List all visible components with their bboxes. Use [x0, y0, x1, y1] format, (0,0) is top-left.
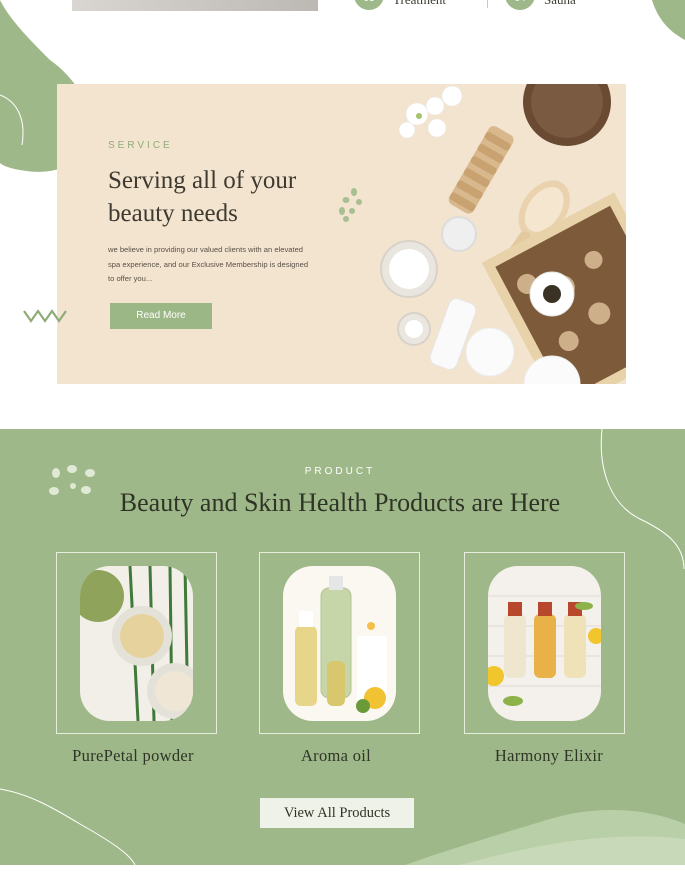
service-kicker: SERVICE — [108, 140, 173, 151]
product-title: Beauty and Skin Health Products are Here — [119, 488, 561, 517]
service-description-line3: to offer you... — [108, 274, 153, 283]
decor-dots-banner — [339, 188, 362, 222]
treatment-number-badge: 03 — [354, 0, 384, 10]
top-divider — [487, 0, 488, 8]
treatment-number: 03 — [363, 0, 374, 4]
aroma-oil-image — [283, 566, 396, 721]
previous-section-image — [72, 0, 318, 11]
product-card-purepetal[interactable] — [56, 552, 217, 734]
product-name-purepetal[interactable]: PurePetal powder — [33, 746, 233, 766]
oil-bottles-illustration — [295, 576, 387, 713]
product-card-harmony[interactable] — [464, 552, 625, 734]
service-banner — [57, 84, 626, 384]
treatment-label: Treatment — [393, 0, 446, 8]
service-description: we believe in providing our valued clien… — [108, 243, 328, 287]
sauna-label: Sauna — [544, 0, 576, 8]
purepetal-powder-image — [80, 566, 193, 721]
service-description-line2: spa experience, and our Exclusive Member… — [108, 259, 309, 269]
product-name-aroma[interactable]: Aroma oil — [236, 746, 436, 766]
product-card-aroma[interactable] — [259, 552, 420, 734]
harmony-elixir-image — [488, 566, 601, 721]
sauna-number-badge: 04 — [505, 0, 535, 10]
product-name-harmony[interactable]: Harmony Elixir — [449, 746, 649, 766]
decor-zigzag — [23, 309, 67, 323]
decor-blob-top-right — [652, 0, 685, 40]
product-kicker: PRODUCT — [304, 466, 376, 477]
read-more-button[interactable]: Read More — [110, 303, 212, 329]
service-title-line1: Serving all of your — [108, 167, 297, 194]
powder-bowls-illustration — [80, 566, 193, 721]
service-title: Serving all of your beauty needs — [108, 164, 348, 230]
service-description-line1: we believe in providing our valued clien… — [108, 245, 304, 254]
elixir-bottles-illustration — [488, 595, 601, 706]
service-title-line2: beauty needs — [108, 200, 238, 227]
view-all-products-button[interactable]: View All Products — [260, 798, 414, 828]
sauna-number: 04 — [514, 0, 525, 4]
spa-products-photo — [380, 84, 626, 384]
